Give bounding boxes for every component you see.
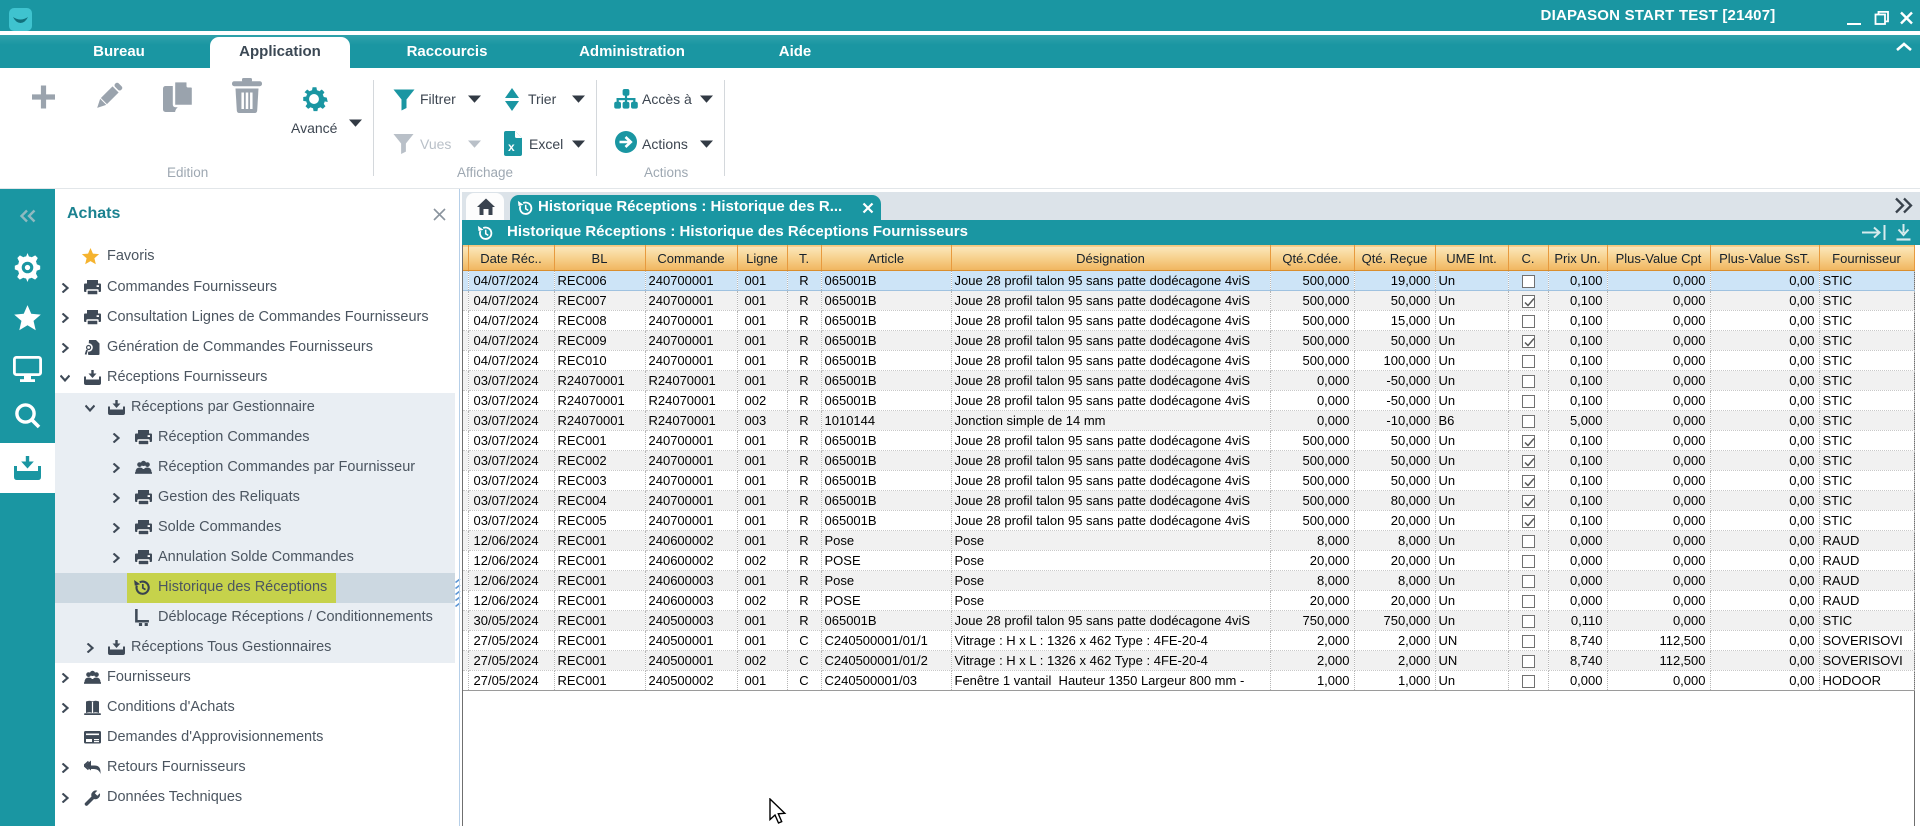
svg-text:x: x: [508, 140, 515, 154]
